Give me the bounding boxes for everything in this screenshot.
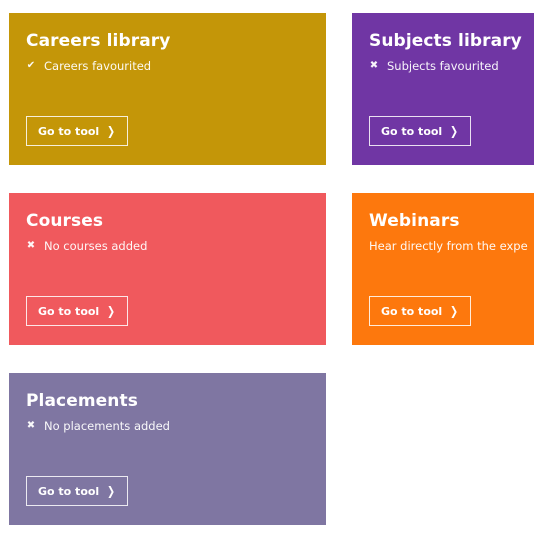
button-label: Go to tool — [381, 124, 443, 138]
card-title: Webinars — [369, 211, 460, 231]
card-title: Careers library — [26, 31, 171, 51]
status-text: No courses added — [44, 239, 148, 253]
card-title: Courses — [26, 211, 104, 231]
button-label: Go to tool — [38, 484, 100, 498]
cross-icon: ✖ — [26, 420, 36, 431]
chevron-right-icon: ❯ — [107, 124, 116, 138]
button-label: Go to tool — [38, 124, 100, 138]
card-status: ✖ No placements added — [26, 419, 310, 433]
cross-icon: ✖ — [26, 240, 36, 251]
card-subjects-library: Subjects library ✖ Subjects favourited G… — [352, 13, 534, 165]
status-text: Careers favourited — [44, 59, 152, 73]
card-placements: Placements ✖ No placements added Go to t… — [9, 373, 326, 525]
card-title: Placements — [26, 391, 138, 411]
card-webinars: Webinars Hear directly from the expe Go … — [352, 193, 534, 345]
cross-icon: ✖ — [369, 60, 379, 71]
check-icon: ✔ — [26, 60, 36, 71]
card-courses: Courses ✖ No courses added Go to tool ❯ — [9, 193, 326, 345]
button-label: Go to tool — [38, 304, 100, 318]
status-text: Subjects favourited — [387, 59, 499, 73]
card-status: ✖ Subjects favourited — [369, 59, 518, 73]
button-label: Go to tool — [381, 304, 443, 318]
chevron-right-icon: ❯ — [450, 124, 459, 138]
card-careers-library: Careers library ✔ Careers favourited Go … — [9, 13, 326, 165]
chevron-right-icon: ❯ — [107, 304, 116, 318]
go-to-tool-button[interactable]: Go to tool ❯ — [369, 116, 472, 146]
card-status: ✔ Careers favourited — [26, 59, 310, 73]
card-description: Hear directly from the expe — [369, 239, 528, 253]
card-status: ✖ No courses added — [26, 239, 310, 253]
go-to-tool-button[interactable]: Go to tool ❯ — [26, 296, 129, 326]
status-text: No placements added — [44, 419, 170, 433]
go-to-tool-button[interactable]: Go to tool ❯ — [26, 476, 129, 506]
card-title: Subjects library — [369, 31, 522, 51]
go-to-tool-button[interactable]: Go to tool ❯ — [369, 296, 472, 326]
go-to-tool-button[interactable]: Go to tool ❯ — [26, 116, 129, 146]
chevron-right-icon: ❯ — [107, 484, 116, 498]
status-text: Hear directly from the expe — [369, 239, 528, 253]
chevron-right-icon: ❯ — [450, 304, 459, 318]
